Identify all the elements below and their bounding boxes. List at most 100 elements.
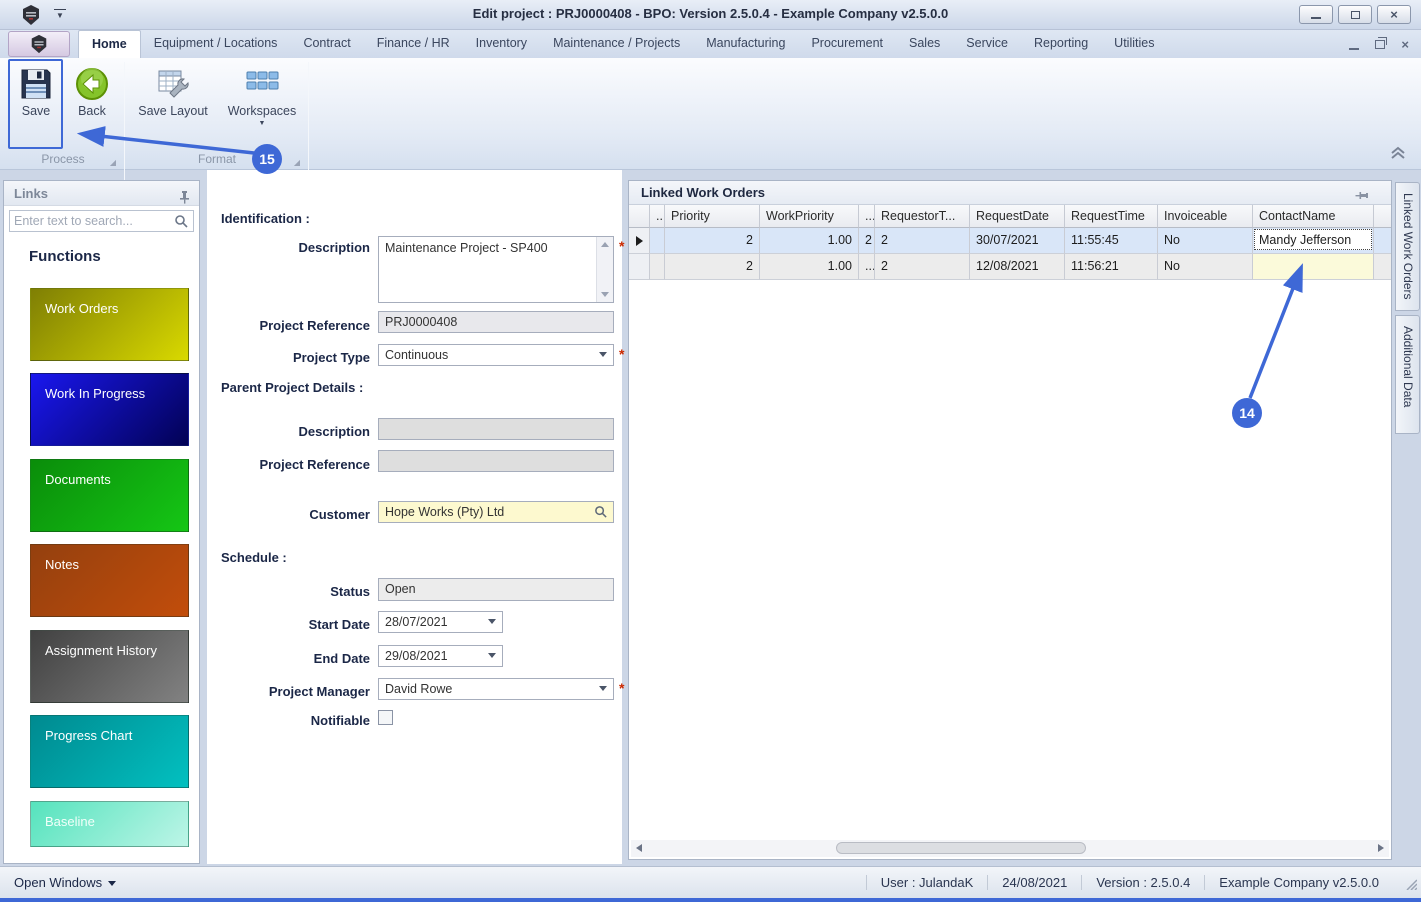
grid-header-col3[interactable]: ... bbox=[859, 205, 875, 228]
row-indicator-icon bbox=[629, 228, 650, 254]
mdi-restore-icon[interactable] bbox=[1375, 37, 1388, 49]
mdi-minimize-icon[interactable] bbox=[1349, 47, 1360, 50]
tab-service[interactable]: Service bbox=[953, 30, 1021, 58]
grid-header-workpriority[interactable]: WorkPriority bbox=[760, 205, 859, 228]
lookup-search-icon[interactable] bbox=[594, 505, 608, 522]
functions-heading: Functions bbox=[29, 248, 101, 265]
minimize-button[interactable] bbox=[1299, 5, 1333, 24]
scroll-right-icon[interactable] bbox=[1378, 844, 1384, 852]
cell-requestor[interactable]: 2 bbox=[875, 228, 970, 254]
start-date-picker[interactable]: 28/07/2021 bbox=[378, 611, 503, 633]
save-layout-button[interactable]: Save Layout bbox=[136, 62, 210, 148]
project-manager-dropdown[interactable]: David Rowe bbox=[378, 678, 614, 700]
cell-priority[interactable]: 2 bbox=[665, 228, 760, 254]
side-tab-linked-work-orders[interactable]: Linked Work Orders bbox=[1395, 182, 1420, 311]
tile-documents[interactable]: Documents bbox=[30, 459, 189, 532]
grid-header-requestdate[interactable]: RequestDate bbox=[970, 205, 1065, 228]
cell-requesttime[interactable]: 11:55:45 bbox=[1065, 228, 1158, 254]
cell-requestdate[interactable]: 30/07/2021 bbox=[970, 228, 1065, 254]
tile-notes[interactable]: Notes bbox=[30, 544, 189, 617]
open-windows-menu[interactable]: Open Windows bbox=[14, 875, 117, 890]
row-indicator bbox=[629, 254, 650, 280]
project-reference-label: Project Reference bbox=[259, 318, 370, 333]
tab-inventory[interactable]: Inventory bbox=[463, 30, 540, 58]
back-button[interactable]: Back bbox=[64, 62, 120, 148]
tile-baseline[interactable]: Baseline bbox=[30, 801, 189, 847]
grid-header-requesttime[interactable]: RequestTime bbox=[1065, 205, 1158, 228]
tab-maintenance-projects[interactable]: Maintenance / Projects bbox=[540, 30, 693, 58]
cell-invoiceable[interactable]: No bbox=[1158, 254, 1253, 280]
links-search-box bbox=[9, 210, 194, 232]
grid-row[interactable]: 2 1.00 ... 2 12/08/2021 11:56:21 No bbox=[629, 254, 1391, 280]
description-textarea[interactable]: Maintenance Project - SP400 bbox=[378, 236, 614, 303]
search-icon[interactable] bbox=[174, 214, 189, 232]
cell[interactable] bbox=[650, 228, 665, 254]
tab-contract[interactable]: Contract bbox=[290, 30, 363, 58]
horizontal-scrollbar[interactable] bbox=[631, 840, 1389, 857]
mdi-close-icon[interactable]: × bbox=[1401, 37, 1409, 52]
tab-manufacturing[interactable]: Manufacturing bbox=[693, 30, 798, 58]
scroll-up-icon[interactable] bbox=[601, 242, 609, 247]
ribbon-tab-bar: Home Equipment / Locations Contract Fina… bbox=[0, 30, 1421, 58]
resize-grip[interactable] bbox=[1404, 877, 1418, 893]
workspaces-button[interactable]: Workspaces ▼ bbox=[224, 62, 300, 148]
ribbon-group-format: Format ◢ bbox=[128, 152, 306, 169]
tab-procurement[interactable]: Procurement bbox=[798, 30, 896, 58]
tab-utilities[interactable]: Utilities bbox=[1101, 30, 1167, 58]
tab-equipment-locations[interactable]: Equipment / Locations bbox=[141, 30, 291, 58]
cell-requesttime[interactable]: 11:56:21 bbox=[1065, 254, 1158, 280]
grid-header-row: .. Priority WorkPriority ... RequestorT.… bbox=[629, 205, 1391, 228]
side-tab-additional-data[interactable]: Additional Data bbox=[1395, 315, 1420, 434]
textarea-scrollbar[interactable] bbox=[596, 237, 613, 302]
cell-invoiceable[interactable]: No bbox=[1158, 228, 1253, 254]
scrollbar-thumb[interactable] bbox=[836, 842, 1086, 854]
grid-header-priority[interactable]: Priority bbox=[665, 205, 760, 228]
tile-work-in-progress[interactable]: Work In Progress bbox=[30, 373, 189, 446]
scroll-down-icon[interactable] bbox=[601, 292, 609, 297]
grid-header-invoiceable[interactable]: Invoiceable bbox=[1158, 205, 1253, 228]
collapse-ribbon-icon[interactable] bbox=[1389, 146, 1407, 163]
grid-header-requestor[interactable]: RequestorT... bbox=[875, 205, 970, 228]
pin-icon[interactable] bbox=[1355, 187, 1369, 211]
end-date-picker[interactable]: 29/08/2021 bbox=[378, 645, 503, 667]
grid-header-col0[interactable]: .. bbox=[650, 205, 665, 228]
end-date-label: End Date bbox=[313, 651, 370, 666]
cell-contactname-active[interactable]: Mandy Jefferson bbox=[1253, 228, 1374, 254]
customer-lookup-field[interactable]: Hope Works (Pty) Ltd bbox=[378, 501, 614, 523]
cell-requestdate[interactable]: 12/08/2021 bbox=[970, 254, 1065, 280]
contactname-edit-value[interactable]: Mandy Jefferson bbox=[1254, 229, 1372, 250]
search-input[interactable] bbox=[10, 211, 170, 231]
tile-progress-chart[interactable]: Progress Chart bbox=[30, 715, 189, 788]
cell-requestor[interactable]: 2 bbox=[875, 254, 970, 280]
scroll-left-icon[interactable] bbox=[636, 844, 642, 852]
grid-row-selected[interactable]: 2 1.00 2 2 30/07/2021 11:55:45 No Mandy … bbox=[629, 228, 1391, 254]
tab-sales[interactable]: Sales bbox=[896, 30, 953, 58]
tile-label: Work Orders bbox=[45, 301, 119, 316]
cell[interactable] bbox=[650, 254, 665, 280]
tab-reporting[interactable]: Reporting bbox=[1021, 30, 1101, 58]
save-floppy-icon bbox=[18, 66, 54, 102]
tab-finance-hr[interactable]: Finance / HR bbox=[364, 30, 463, 58]
cell-col3[interactable]: 2 bbox=[859, 228, 875, 254]
pin-icon[interactable] bbox=[178, 187, 191, 212]
project-type-dropdown[interactable]: Continuous bbox=[378, 344, 614, 366]
dialog-launcher-icon[interactable]: ◢ bbox=[110, 158, 116, 167]
notifiable-checkbox[interactable] bbox=[378, 710, 393, 725]
close-button[interactable]: × bbox=[1377, 5, 1411, 24]
tab-home[interactable]: Home bbox=[78, 30, 141, 58]
parent-description-field bbox=[378, 418, 614, 440]
project-type-label: Project Type bbox=[292, 350, 370, 365]
dialog-launcher-icon[interactable]: ◢ bbox=[294, 158, 300, 167]
group-format-label: Format bbox=[197, 152, 236, 166]
tile-assignment-history[interactable]: Assignment History bbox=[30, 630, 189, 703]
status-date: 24/08/2021 bbox=[987, 875, 1081, 890]
save-button[interactable]: Save bbox=[8, 62, 64, 148]
cell-contactname-empty[interactable] bbox=[1253, 254, 1374, 280]
tile-work-orders[interactable]: Work Orders bbox=[30, 288, 189, 361]
cell-workpriority[interactable]: 1.00 bbox=[760, 228, 859, 254]
cell-workpriority[interactable]: 1.00 bbox=[760, 254, 859, 280]
application-menu-button[interactable] bbox=[8, 31, 70, 57]
cell-priority[interactable]: 2 bbox=[665, 254, 760, 280]
cell-col3[interactable]: ... bbox=[859, 254, 875, 280]
maximize-button[interactable] bbox=[1338, 5, 1372, 24]
